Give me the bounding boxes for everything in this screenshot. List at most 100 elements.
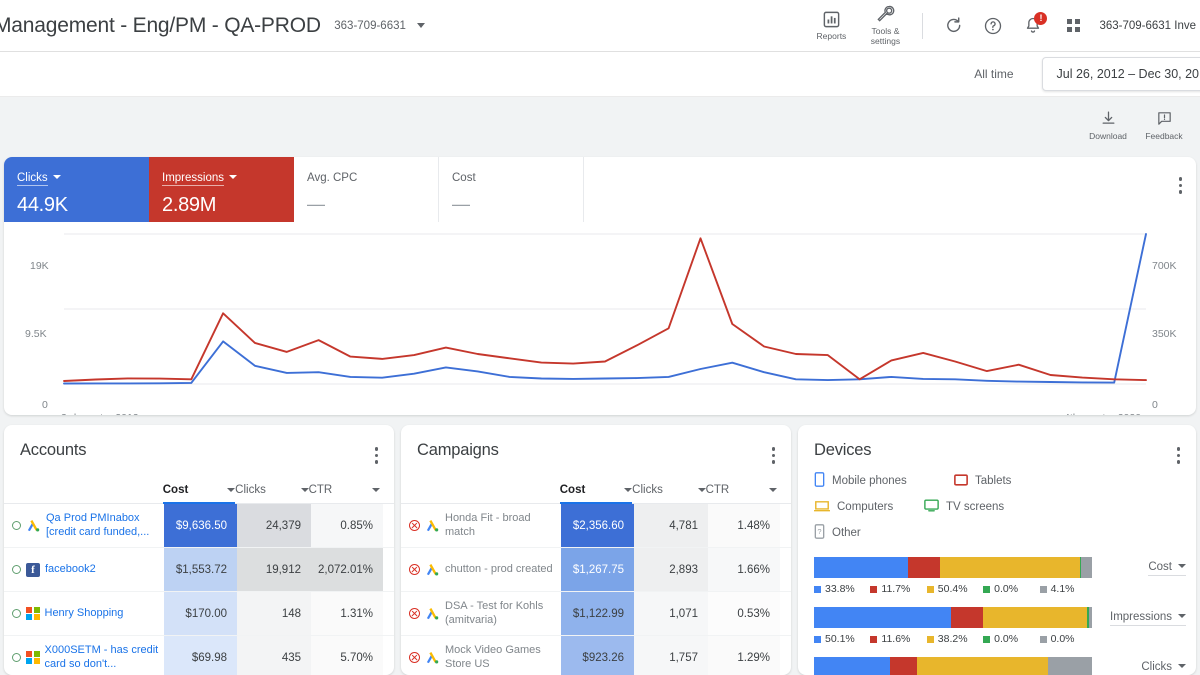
scorecard-clicks[interactable]: Clicks 44.9K [4, 157, 149, 222]
campaign-status-icon[interactable] [409, 564, 420, 575]
campaign-status-icon[interactable] [409, 520, 420, 531]
table-row[interactable]: Mock Video Games Store US $923.26 1,757 1.2… [401, 636, 791, 675]
table-row[interactable]: f facebook2 $1,553.72 19,912 2,072.01% [4, 548, 394, 592]
scorecard-impressions[interactable]: Impressions 2.89M [149, 157, 294, 222]
campaigns-col-cost[interactable]: Cost [559, 484, 633, 504]
devices-percent-swatch [983, 635, 991, 643]
devices-bar-segment [1047, 657, 1092, 675]
table-row[interactable]: Henry Shopping $170.00 148 1.31% [4, 592, 394, 636]
accounts-col-ctr[interactable]: CTR [309, 484, 381, 503]
devices-legend-item: Mobile phones [814, 472, 954, 490]
chevron-down-icon [227, 488, 236, 492]
devices-stacked-bar[interactable] [814, 607, 1092, 628]
devices-stacked-bar[interactable] [814, 657, 1092, 675]
table-row[interactable]: chutton - prod created $1,267.75 2,893 1.66… [401, 548, 791, 592]
accounts-col-clicks-label: Clicks [235, 484, 266, 496]
time-series-chart[interactable] [4, 222, 1196, 415]
notifications-button[interactable]: ! [1013, 6, 1053, 46]
header-actions: Reports Tools & settings ! 363-709-6631 … [804, 4, 1200, 47]
refresh-icon [947, 17, 961, 33]
campaigns-col-ctr[interactable]: CTR [706, 484, 778, 503]
devices-bar-segment [814, 657, 891, 675]
account-name-link[interactable]: X000SETM - has credit card so don't... [45, 644, 165, 672]
campaigns-col-clicks-label: Clicks [632, 484, 663, 496]
campaign-status-icon[interactable] [409, 608, 420, 619]
date-range-picker[interactable]: Jul 26, 2012 – Dec 30, 20 [1041, 57, 1200, 91]
chevron-down-icon[interactable] [417, 22, 426, 28]
google-ads-logo-icon [27, 520, 40, 532]
panels-row: Accounts Cost Clicks CTR Qa Prod PMInabo… [4, 425, 1196, 675]
row-select-radio[interactable] [12, 609, 21, 618]
refresh-button[interactable] [933, 6, 973, 46]
campaign-name-label[interactable]: Mock Video Games Store US [445, 644, 561, 672]
campaigns-table-header: Cost Clicks CTR [401, 474, 791, 504]
campaigns-options-button[interactable] [768, 443, 780, 468]
devices-bar-segment [890, 657, 918, 675]
devices-metric-selector[interactable]: Cost [1148, 561, 1186, 576]
campaigns-col-cost-label: Cost [559, 484, 586, 496]
account-name-link[interactable]: facebook2 [45, 563, 96, 577]
row-select-radio[interactable] [12, 565, 21, 574]
table-row[interactable]: DSA - Test for Kohls (amitvaria) $1,122.9… [401, 592, 791, 636]
campaign-status-icon[interactable] [409, 652, 420, 663]
scorecard-impressions-label: Impressions [162, 172, 224, 186]
campaign-cost-cell: $2,356.60 [561, 504, 634, 547]
campaign-clicks-cell: 1,071 [634, 592, 708, 635]
campaign-name-label[interactable]: Honda Fit - broad match [445, 512, 561, 540]
campaign-cost-cell: $923.26 [561, 636, 634, 675]
row-select-radio[interactable] [12, 653, 21, 662]
kebab-menu-icon [1175, 173, 1187, 198]
google-ads-logo-icon [426, 564, 439, 576]
scorecard-impressions-value: 2.89M [162, 194, 217, 216]
devices-percent-swatch [870, 585, 878, 593]
scorecard-cost[interactable]: Cost — [439, 157, 584, 222]
chart-options-button[interactable] [1175, 173, 1187, 198]
campaign-ctr-cell: 0.53% [708, 592, 780, 635]
account-name-link[interactable]: Henry Shopping [45, 607, 124, 621]
campaign-name-cell: Honda Fit - broad match [401, 504, 561, 547]
devices-bar-percent: 0.0% [983, 583, 1039, 595]
page-title: Management - Eng/PM - QA-PROD [0, 13, 321, 37]
facebook-logo-icon: f [26, 562, 40, 577]
campaigns-col-clicks[interactable]: Clicks [632, 484, 706, 503]
table-row[interactable]: X000SETM - has credit card so don't... $6… [4, 636, 394, 675]
campaign-name-cell: DSA - Test for Kohls (amitvaria) [401, 592, 561, 635]
campaign-ctr-cell: 1.48% [708, 504, 780, 547]
tools-settings-button[interactable]: Tools & settings [858, 4, 912, 47]
devices-bar-percent: 11.6% [870, 633, 926, 645]
download-button[interactable]: Download [1080, 110, 1136, 141]
devices-percent-swatch [814, 635, 821, 643]
accounts-options-button[interactable] [371, 443, 383, 468]
table-row[interactable]: Qa Prod PMInabox [credit card funded,...… [4, 504, 394, 548]
account-title-group[interactable]: Management - Eng/PM - QA-PROD 363-709-66… [0, 13, 426, 38]
account-name-link[interactable]: Qa Prod PMInabox [credit card funded,... [46, 512, 164, 540]
performance-chart-card: Clicks 44.9K Impressions 2.89M Avg. CPC … [4, 157, 1196, 415]
mobile-phone-icon [814, 472, 825, 490]
tools-label: Tools & settings [870, 26, 901, 46]
apps-button[interactable] [1053, 6, 1093, 46]
devices-metric-selector[interactable]: Clicks [1141, 661, 1186, 675]
devices-options-button[interactable] [1173, 443, 1185, 468]
all-time-label[interactable]: All time [974, 67, 1013, 81]
campaign-name-label[interactable]: DSA - Test for Kohls (amitvaria) [445, 600, 561, 628]
account-name-cell: f facebook2 [4, 548, 164, 591]
scorecard-avg-cpc[interactable]: Avg. CPC — [294, 157, 439, 222]
devices-stacked-bar[interactable] [814, 557, 1092, 578]
devices-metric-selector[interactable]: Impressions [1110, 611, 1186, 626]
help-button[interactable] [973, 6, 1013, 46]
chevron-down-icon[interactable] [229, 175, 237, 179]
table-row[interactable]: Honda Fit - broad match $2,356.60 4,781 1.4… [401, 504, 791, 548]
devices-bar-percent: 0.0% [1039, 633, 1096, 645]
row-select-radio[interactable] [12, 521, 21, 530]
chevron-down-icon [1178, 664, 1186, 668]
accounts-col-clicks[interactable]: Clicks [235, 484, 309, 503]
accounts-col-cost[interactable]: Cost [162, 484, 236, 504]
campaign-ctr-cell: 1.29% [708, 636, 780, 675]
google-ads-logo-icon [426, 652, 439, 664]
reports-button[interactable]: Reports [804, 10, 858, 42]
campaigns-col-name [401, 484, 560, 503]
chevron-down-icon[interactable] [52, 175, 61, 179]
feedback-button[interactable]: Feedback [1136, 110, 1192, 141]
campaign-name-label[interactable]: chutton - prod created [445, 563, 553, 577]
account-cost-cell: $69.98 [164, 636, 237, 675]
